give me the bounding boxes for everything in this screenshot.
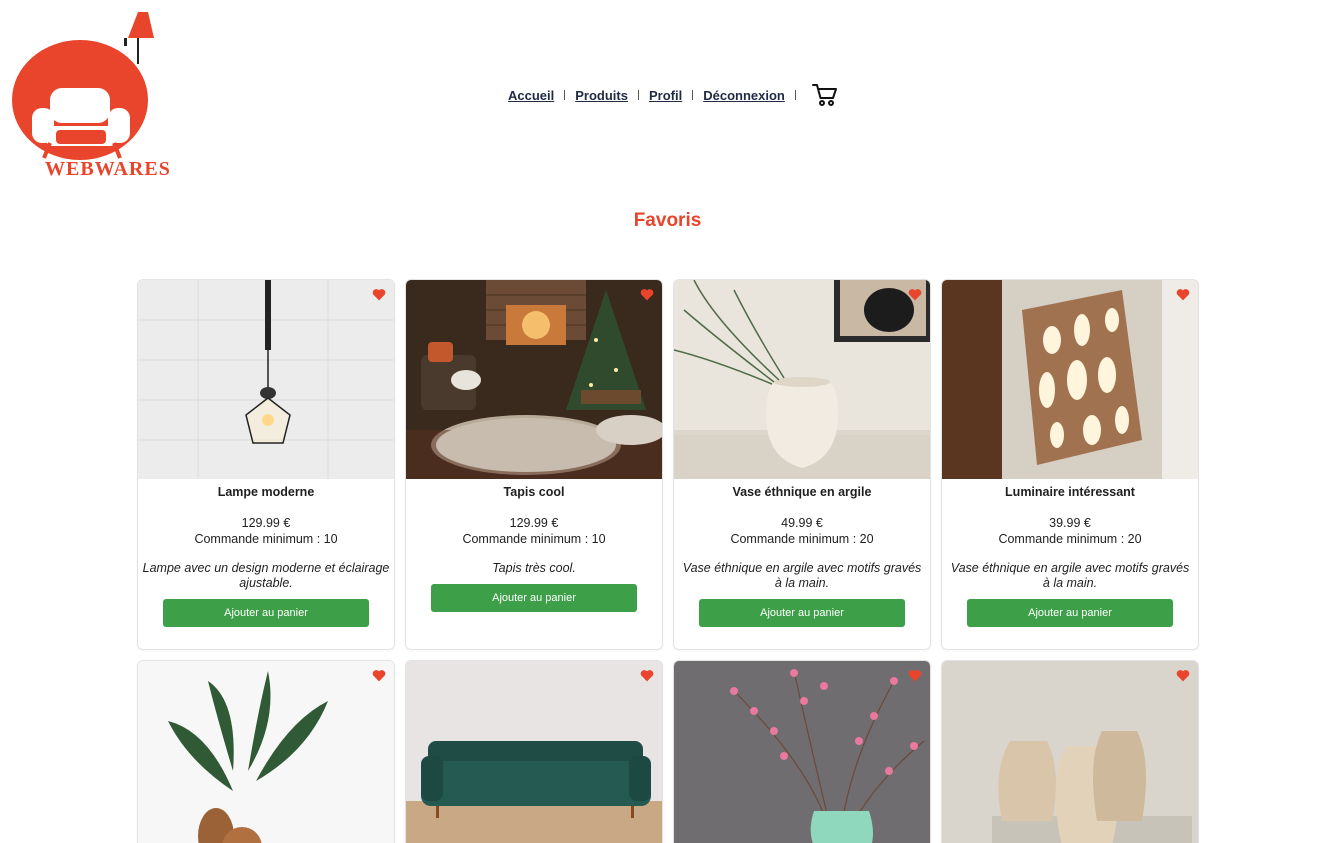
- product-description: Vase éthnique en argile avec motifs grav…: [682, 561, 922, 590]
- favorite-heart-icon[interactable]: [640, 288, 654, 301]
- add-to-cart-button[interactable]: Ajouter au panier: [967, 599, 1173, 627]
- logo-graphic: [12, 12, 154, 160]
- page-title: Favoris: [633, 210, 702, 231]
- add-to-cart-button[interactable]: Ajouter au panier: [699, 599, 905, 627]
- product-min-order: Commande minimum : 10: [462, 532, 606, 546]
- brand-name-part2: WARES: [94, 158, 171, 180]
- product-image-rug[interactable]: [406, 280, 662, 479]
- favorite-heart-icon[interactable]: [372, 669, 386, 682]
- product-price: 39.99 €: [1049, 516, 1091, 530]
- nav-link-profil[interactable]: Profil: [649, 88, 682, 103]
- product-image-light-fixture[interactable]: [942, 280, 1198, 479]
- main-nav: Accueil Produits Profil Déconnexion: [508, 82, 839, 108]
- product-description: Tapis très cool.: [492, 561, 576, 575]
- product-name: Lampe moderne: [217, 485, 315, 499]
- product-description: Vase éthnique en argile avec motifs grav…: [950, 561, 1190, 590]
- product-image-flowers[interactable]: [674, 661, 930, 843]
- nav-separator: [637, 90, 639, 100]
- nav-link-deconnexion[interactable]: Déconnexion: [703, 88, 785, 103]
- product-card: [137, 660, 395, 843]
- product-card: Vase éthnique en argile 49.99 € Commande…: [673, 279, 931, 650]
- nav-link-produits[interactable]: Produits: [575, 88, 628, 103]
- product-description: Lampe avec un design moderne et éclairag…: [142, 561, 390, 590]
- favorite-heart-icon[interactable]: [908, 669, 922, 682]
- brand-name-part1: WEB: [45, 158, 95, 180]
- add-to-cart-button[interactable]: Ajouter au panier: [163, 599, 369, 627]
- favorite-heart-icon[interactable]: [1176, 669, 1190, 682]
- product-name: Tapis cool: [503, 485, 565, 499]
- cart-icon[interactable]: [811, 82, 839, 108]
- product-name: Luminaire intéressant: [1005, 485, 1135, 499]
- product-card: Lampe moderne 129.99 € Commande minimum …: [137, 279, 395, 650]
- product-card: [941, 660, 1199, 843]
- product-image-clay-vases[interactable]: [942, 661, 1198, 843]
- product-price: 129.99 €: [241, 516, 291, 530]
- brand-logo[interactable]: WEBWARES: [10, 8, 170, 183]
- nav-link-accueil[interactable]: Accueil: [508, 88, 554, 103]
- nav-separator: [564, 90, 566, 100]
- product-card: Luminaire intéressant 39.99 € Commande m…: [941, 279, 1199, 650]
- nav-separator: [794, 90, 796, 100]
- product-card: [673, 660, 931, 843]
- product-image-plant[interactable]: [138, 661, 394, 843]
- product-image-lamp[interactable]: [138, 280, 394, 479]
- product-price: 129.99 €: [509, 516, 559, 530]
- favorite-heart-icon[interactable]: [908, 288, 922, 301]
- favorite-heart-icon[interactable]: [372, 288, 386, 301]
- product-image-sofa[interactable]: [406, 661, 662, 843]
- favorites-grid: Lampe moderne 129.99 € Commande minimum …: [137, 279, 1199, 843]
- brand-wordmark: WEBWARES: [45, 158, 171, 181]
- product-card: Tapis cool 129.99 € Commande minimum : 1…: [405, 279, 663, 650]
- favorite-heart-icon[interactable]: [640, 669, 654, 682]
- product-price: 49.99 €: [781, 516, 823, 530]
- product-min-order: Commande minimum : 20: [730, 532, 874, 546]
- product-name: Vase éthnique en argile: [732, 485, 872, 499]
- product-min-order: Commande minimum : 10: [194, 532, 338, 546]
- add-to-cart-button[interactable]: Ajouter au panier: [431, 584, 637, 612]
- favorite-heart-icon[interactable]: [1176, 288, 1190, 301]
- product-image-vase[interactable]: [674, 280, 930, 479]
- nav-separator: [692, 90, 694, 100]
- product-card: [405, 660, 663, 843]
- product-min-order: Commande minimum : 20: [998, 532, 1142, 546]
